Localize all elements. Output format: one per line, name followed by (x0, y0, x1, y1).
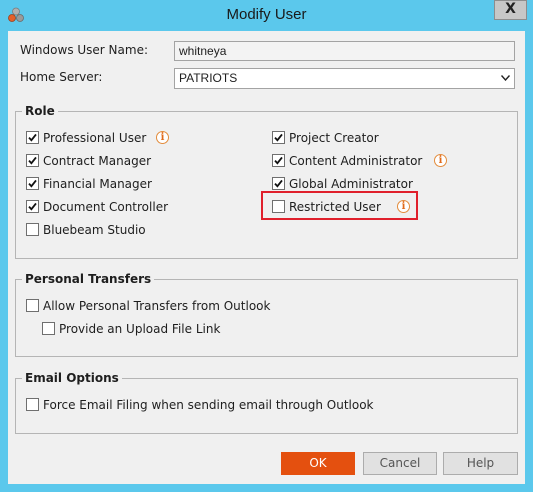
role-content-administrator-box[interactable] (272, 154, 285, 167)
ok-button[interactable]: OK (281, 452, 355, 475)
force-email-filing-box[interactable] (26, 398, 39, 411)
email-options-group-title: Email Options (22, 370, 122, 386)
role-project-creator-box[interactable] (272, 131, 285, 144)
role-project-creator-label: Project Creator (289, 131, 379, 145)
allow-personal-transfers-box[interactable] (26, 299, 39, 312)
info-icon[interactable]: i (156, 131, 169, 144)
role-professional-user-label: Professional User (43, 131, 147, 145)
allow-personal-transfers-label: Allow Personal Transfers from Outlook (43, 299, 271, 313)
role-document-controller-box[interactable] (26, 200, 39, 213)
upload-file-link-box[interactable] (42, 322, 55, 335)
role-contract-manager-box[interactable] (26, 154, 39, 167)
role-global-administrator-box[interactable] (272, 177, 285, 190)
role-financial-manager-label: Financial Manager (43, 177, 152, 191)
home-server-value: PATRIOTS (179, 71, 238, 85)
role-financial-manager-box[interactable] (26, 177, 39, 190)
upload-file-link-label: Provide an Upload File Link (59, 322, 221, 336)
chevron-down-icon[interactable] (501, 75, 510, 81)
role-content-administrator-label: Content Administrator (289, 154, 423, 168)
force-email-filing-label: Force Email Filing when sending email th… (43, 398, 374, 412)
restricted-user-highlight (261, 191, 418, 220)
cancel-button[interactable]: Cancel (363, 452, 437, 475)
windows-user-name-field[interactable]: whitneya (174, 41, 515, 61)
role-document-controller-label: Document Controller (43, 200, 169, 214)
window-title: Modify User (226, 6, 307, 23)
help-button[interactable]: Help (443, 452, 518, 475)
home-server-select[interactable]: PATRIOTS (174, 68, 515, 89)
personal-transfers-group: Personal Transfers (15, 271, 518, 357)
role-professional-user-box[interactable] (26, 131, 39, 144)
dialog-body: Windows User Name: whitneya Home Server:… (8, 31, 525, 484)
info-icon[interactable]: i (434, 154, 447, 167)
personal-transfers-group-title: Personal Transfers (22, 271, 155, 287)
close-button[interactable]: X (494, 0, 527, 20)
role-contract-manager-label: Contract Manager (43, 154, 152, 168)
title-bar: Modify User X (0, 0, 533, 30)
role-global-administrator-label: Global Administrator (289, 177, 413, 191)
role-bluebeam-studio-label: Bluebeam Studio (43, 223, 146, 237)
role-group-title: Role (22, 103, 58, 119)
windows-user-name-label: Windows User Name: (20, 43, 148, 57)
role-bluebeam-studio-box[interactable] (26, 223, 39, 236)
home-server-label: Home Server: (20, 70, 103, 84)
